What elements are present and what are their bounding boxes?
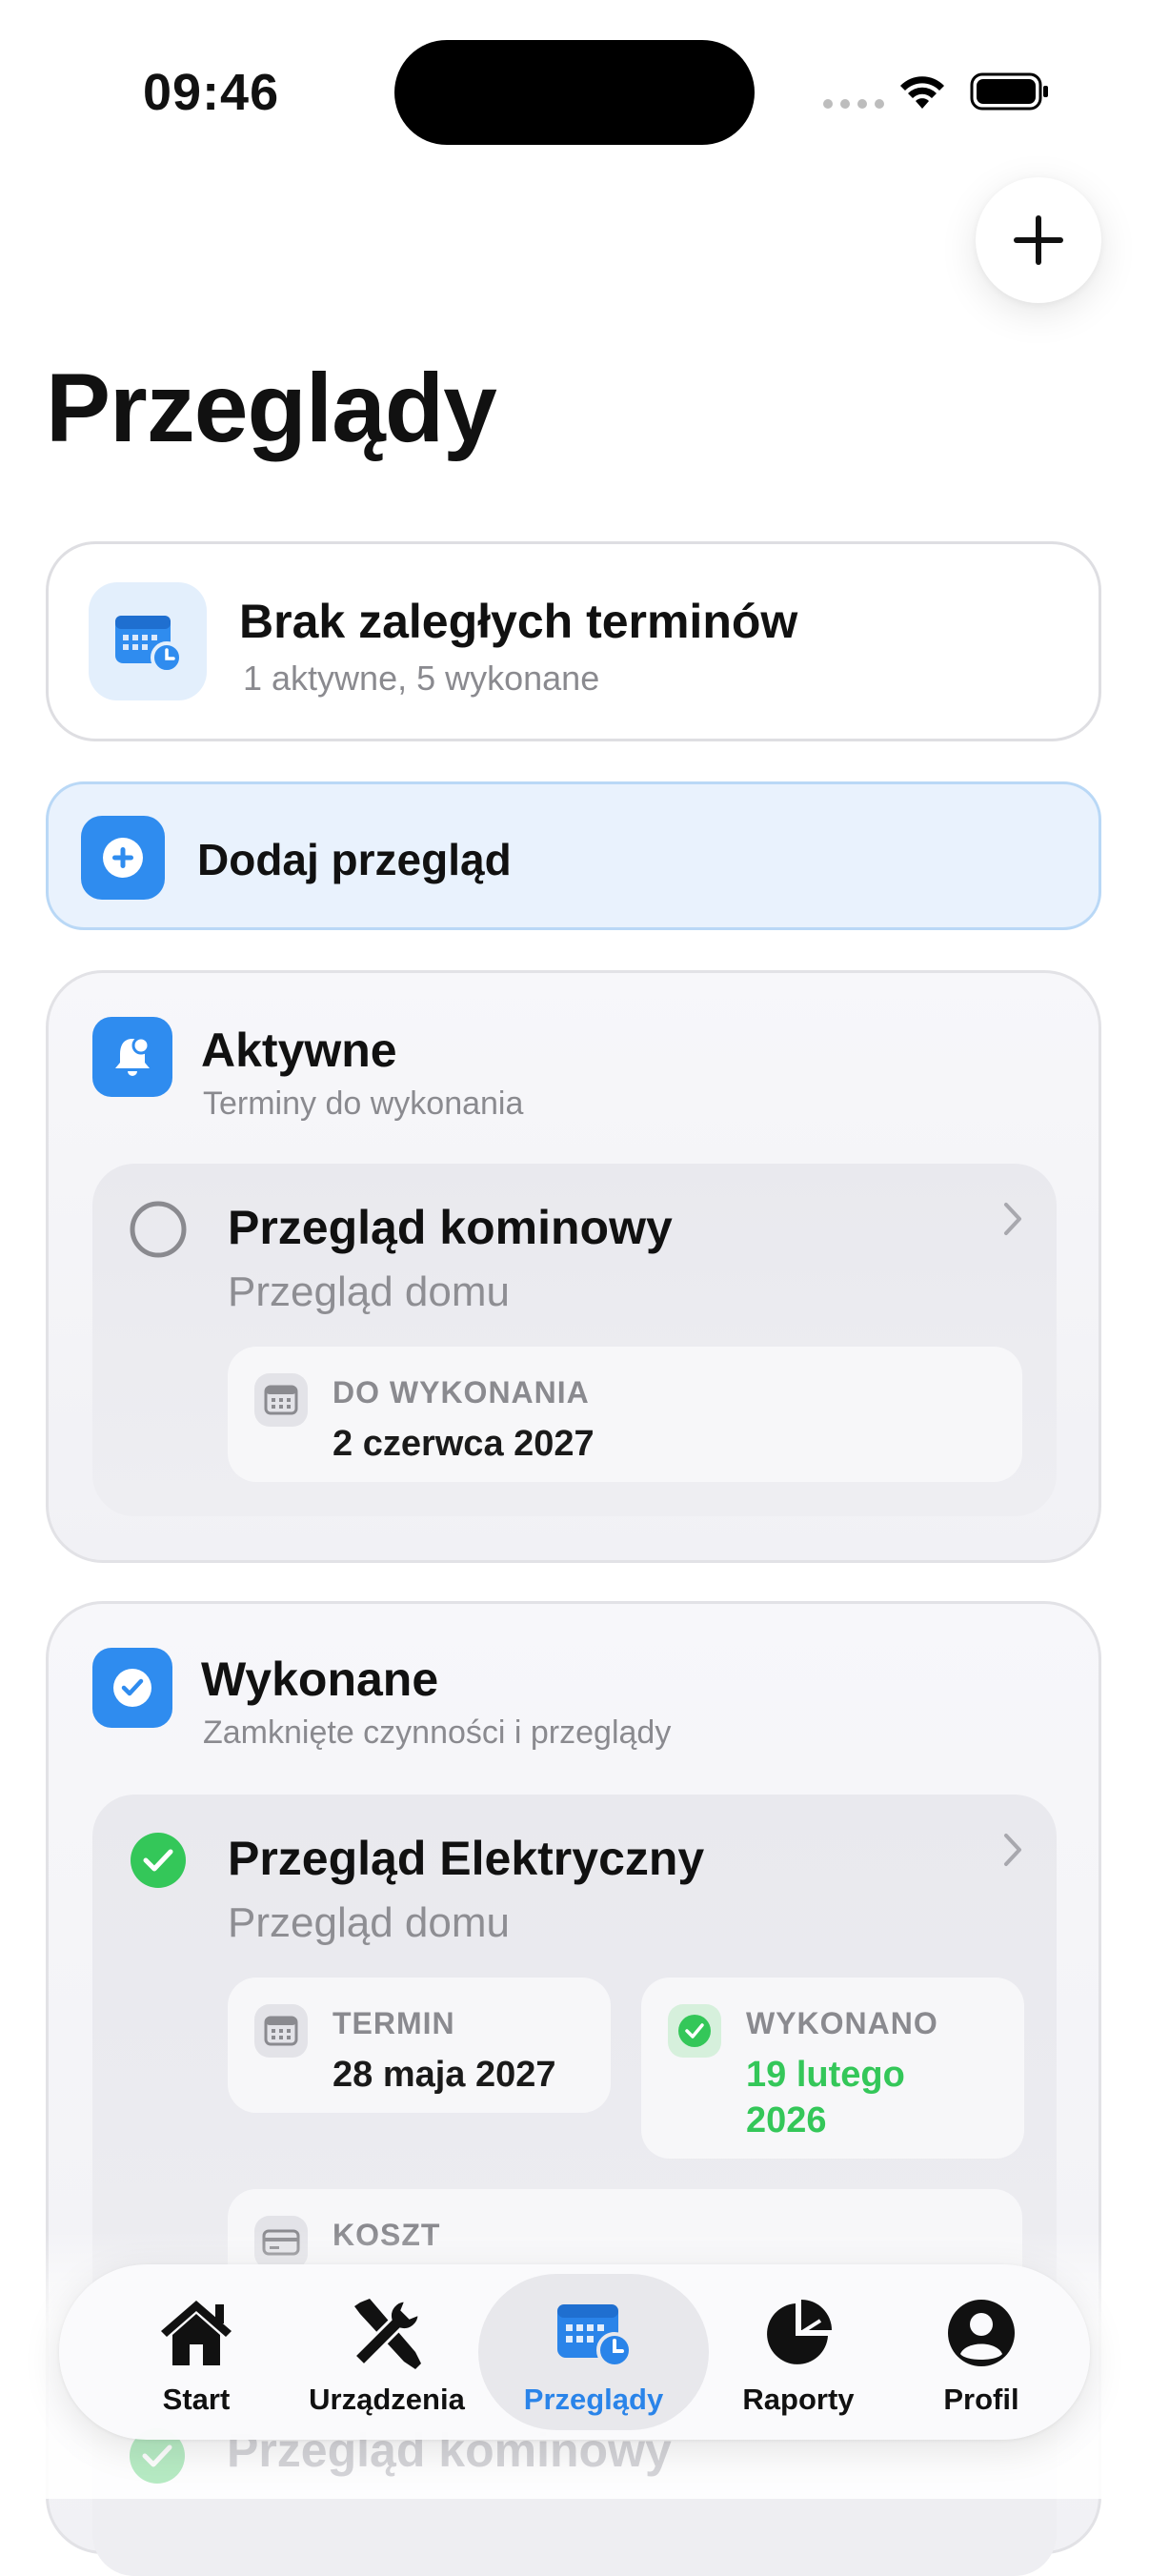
tab-przeglady[interactable]: Przeglądy bbox=[478, 2264, 709, 2440]
done-section-subtitle: Zamknięte czynności i przeglądy bbox=[203, 1714, 672, 1751]
term-label: TERMIN bbox=[333, 2006, 455, 2040]
add-fab-button[interactable] bbox=[976, 177, 1101, 303]
dynamic-island bbox=[394, 40, 755, 145]
plus-circle-icon bbox=[81, 816, 165, 900]
person-icon bbox=[945, 2293, 1018, 2373]
due-label: DO WYKONANIA bbox=[333, 1375, 590, 1410]
summary-title: Brak zaległych terminów bbox=[239, 595, 798, 648]
done-label: WYKONANO bbox=[746, 2006, 938, 2040]
tab-raporty[interactable]: Raporty bbox=[703, 2264, 894, 2440]
done-date-chip: WYKONANO 19 lutego 2026 bbox=[641, 1978, 1024, 2159]
item-title: Przegląd Elektryczny bbox=[228, 1832, 705, 1885]
battery-icon bbox=[970, 72, 1048, 111]
chevron-right-icon bbox=[1004, 1834, 1021, 1866]
list-item[interactable]: Przegląd kominowy Przegląd domu DO WYKON… bbox=[92, 1164, 1057, 1516]
active-section-title: Aktywne bbox=[201, 1024, 397, 1077]
done-value: 19 lutego 2026 bbox=[746, 2055, 905, 2140]
summary-subtitle: 1 aktywne, 5 wykonane bbox=[243, 659, 600, 698]
calendar-clock-icon bbox=[89, 582, 207, 700]
wifi-icon bbox=[900, 76, 944, 109]
tab-start[interactable]: Start bbox=[101, 2264, 292, 2440]
add-inspection-button[interactable]: Dodaj przegląd bbox=[46, 781, 1101, 930]
tools-icon bbox=[347, 2293, 427, 2373]
term-chip: TERMIN 28 maja 2027 bbox=[228, 1978, 611, 2113]
due-date-chip: DO WYKONANIA 2 czerwca 2027 bbox=[228, 1347, 1022, 1482]
item-title: Przegląd kominowy bbox=[228, 1201, 673, 1254]
bell-icon bbox=[92, 1017, 172, 1097]
pie-chart-icon bbox=[761, 2293, 836, 2373]
check-circle-icon[interactable] bbox=[129, 1831, 188, 1890]
active-section: Aktywne Terminy do wykonania Przegląd ko… bbox=[46, 970, 1101, 1563]
due-value: 2 czerwca 2027 bbox=[333, 1424, 595, 1464]
house-icon bbox=[155, 2293, 237, 2373]
check-circle-icon bbox=[668, 2004, 721, 2058]
tab-bar: Start Urządzenia Przeglądy Raporty Profi… bbox=[59, 2264, 1090, 2440]
calendar-icon bbox=[254, 1373, 308, 1427]
item-subtitle: Przegląd domu bbox=[228, 1899, 510, 1946]
page-title: Przeglądy bbox=[46, 354, 497, 462]
tab-profil[interactable]: Profil bbox=[886, 2264, 1077, 2440]
term-value: 28 maja 2027 bbox=[333, 2055, 556, 2095]
radio-empty-icon[interactable] bbox=[129, 1200, 188, 1259]
calendar-clock-icon bbox=[554, 2293, 634, 2373]
active-section-subtitle: Terminy do wykonania bbox=[203, 1085, 524, 1122]
done-section-title: Wykonane bbox=[201, 1653, 439, 1706]
item-subtitle: Przegląd domu bbox=[228, 1268, 510, 1315]
add-inspection-label: Dodaj przegląd bbox=[197, 835, 512, 884]
chevron-right-icon bbox=[1004, 1203, 1021, 1235]
summary-card: Brak zaległych terminów 1 aktywne, 5 wyk… bbox=[46, 541, 1101, 741]
checkmark-square-icon bbox=[92, 1648, 172, 1728]
status-time: 09:46 bbox=[143, 64, 280, 121]
calendar-icon bbox=[254, 2004, 308, 2058]
tab-urzadzenia[interactable]: Urządzenia bbox=[292, 2264, 482, 2440]
signal-icon bbox=[823, 99, 884, 109]
plus-icon bbox=[1014, 215, 1063, 265]
